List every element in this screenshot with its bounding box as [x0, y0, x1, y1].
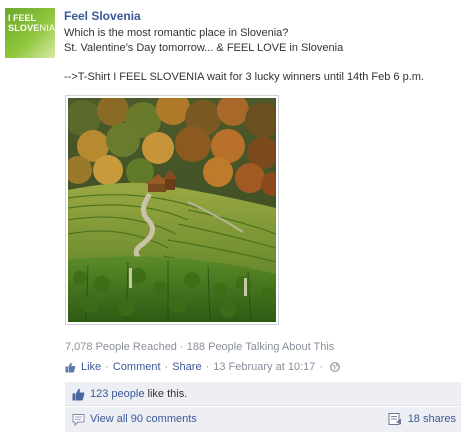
- post-message-line-2: St. Valentine’s Day tomorrow... & FEEL L…: [64, 42, 344, 54]
- post-action-bar: Like · Comment · Share · 13 February at …: [65, 361, 340, 373]
- share-button[interactable]: Share: [172, 361, 201, 373]
- share-icon: [388, 413, 401, 425]
- likes-suffix: like this.: [144, 388, 188, 400]
- separator-dot: ·: [105, 361, 109, 373]
- likes-summary-row: 123 people like this.: [65, 382, 461, 406]
- separator-dot: ·: [319, 361, 324, 373]
- like-icon: [65, 362, 76, 372]
- likes-summary-text: 123 people like this.: [90, 388, 187, 400]
- post-timestamp[interactable]: 13 February at 10:17: [213, 361, 315, 373]
- avatar-text-line1: I FEEL: [8, 13, 37, 23]
- vineyard-photo: [68, 98, 276, 322]
- avatar-text-line2: SLOVENIA: [8, 24, 55, 33]
- comment-button[interactable]: Comment: [113, 361, 161, 373]
- post-reach-stats: 7,078 People Reached · 188 People Talkin…: [65, 341, 335, 353]
- view-all-comments-link[interactable]: View all 90 comments: [90, 413, 197, 425]
- post-photo[interactable]: [65, 95, 279, 325]
- avatar-text-rest: NIA: [39, 23, 55, 33]
- likers-link[interactable]: 123 people: [90, 388, 144, 400]
- comment-icon: [72, 414, 85, 426]
- comments-summary-row: View all 90 comments 18 shares: [65, 407, 461, 432]
- globe-icon: [330, 362, 340, 372]
- shares-count-link[interactable]: 18 shares: [408, 413, 456, 425]
- post-message-line-1: Which is the most romantic place in Slov…: [64, 27, 289, 39]
- like-button[interactable]: Like: [81, 361, 101, 373]
- thumbs-up-icon: [72, 388, 85, 401]
- avatar-text-bold: SLOVE: [8, 23, 40, 33]
- separator-dot: ·: [205, 361, 210, 373]
- page-name-link[interactable]: Feel Slovenia: [64, 9, 141, 23]
- post-message-line-3: -->T-Shirt I FEEL SLOVENIA wait for 3 lu…: [64, 71, 424, 83]
- separator-dot: ·: [164, 361, 169, 373]
- page-avatar[interactable]: I FEEL SLOVENIA: [5, 8, 55, 58]
